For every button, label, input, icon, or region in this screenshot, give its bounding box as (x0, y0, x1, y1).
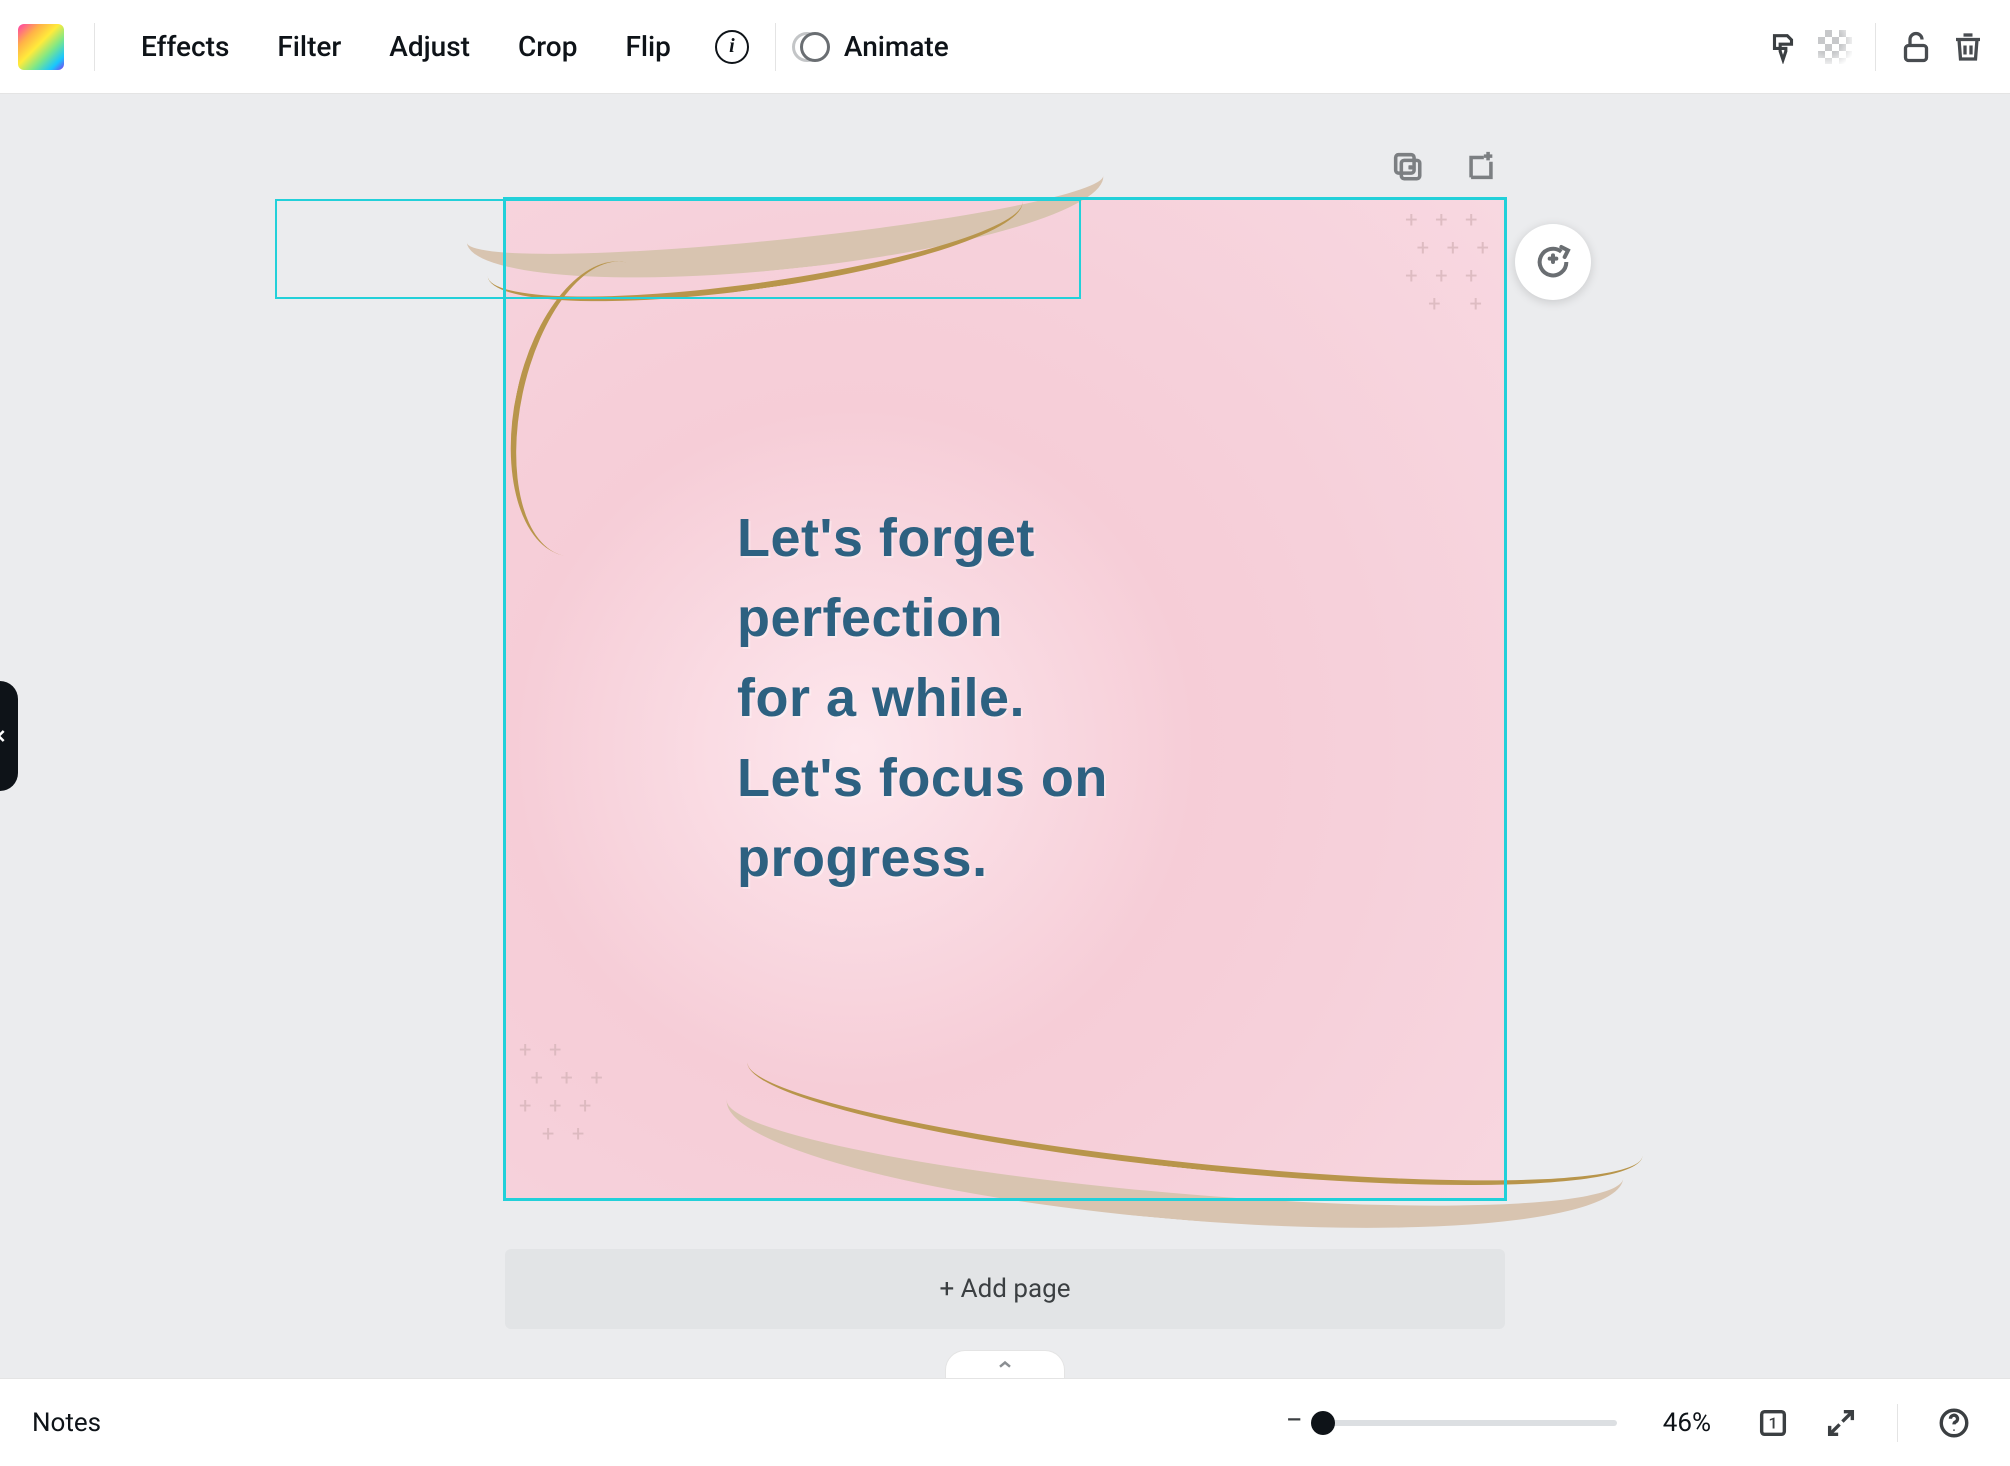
quote-line: Let's focus on (737, 748, 1108, 808)
cross-pattern-decoration: + + + + + ++ + + + + (1405, 207, 1495, 319)
copy-style-icon[interactable] (1759, 23, 1807, 71)
page-thumbnails-button[interactable]: 1 (1749, 1399, 1797, 1447)
divider (94, 23, 95, 71)
duplicate-page-icon[interactable] (1383, 142, 1431, 190)
timeline-expand-handle[interactable] (945, 1350, 1065, 1378)
animate-icon (792, 29, 828, 65)
crop-button[interactable]: Crop (496, 20, 599, 73)
cross-pattern-decoration: + + + + ++ + + + + (519, 1037, 609, 1149)
adjust-button[interactable]: Adjust (367, 20, 492, 73)
zoom-value[interactable]: 46% (1663, 1408, 1711, 1438)
filter-button[interactable]: Filter (255, 20, 363, 73)
quote-line: for a while. (737, 668, 1025, 728)
divider (1875, 23, 1876, 71)
help-button[interactable] (1930, 1399, 1978, 1447)
lock-button[interactable] (1892, 23, 1940, 71)
zoom-thumb[interactable] (1311, 1411, 1335, 1435)
add-comment-button[interactable] (1515, 224, 1591, 300)
add-page-button[interactable]: + Add page (505, 1249, 1505, 1329)
info-icon[interactable]: i (715, 30, 749, 64)
expand-side-panel-handle[interactable] (0, 681, 18, 791)
zoom-track[interactable] (1317, 1420, 1617, 1426)
add-page-icon[interactable] (1457, 142, 1505, 190)
transparency-button[interactable] (1811, 23, 1859, 71)
page-count: 1 (1768, 1413, 1777, 1432)
effects-button[interactable]: Effects (119, 20, 251, 73)
design-page[interactable]: + + + + + ++ + + + + Let's forget perfec… (505, 199, 1505, 1199)
quote-line: Let's forget (737, 508, 1035, 568)
canvas-stage[interactable]: + + + + + ++ + + + + Let's forget perfec… (0, 94, 2010, 1378)
quote-line: perfection (737, 588, 1003, 648)
zoom-out-icon[interactable]: − (1286, 1403, 1303, 1442)
footer-bar: Notes − 46% 1 (0, 1378, 2010, 1466)
color-swatch[interactable] (18, 24, 64, 70)
fullscreen-button[interactable] (1817, 1399, 1865, 1447)
quote-line: progress. (737, 828, 988, 888)
quote-text[interactable]: Let's forget perfection for a while. Let… (737, 499, 1385, 899)
divider (775, 23, 776, 71)
delete-button[interactable] (1944, 23, 1992, 71)
zoom-slider[interactable]: − (1286, 1403, 1617, 1442)
notes-button[interactable]: Notes (32, 1408, 101, 1438)
flip-button[interactable]: Flip (603, 20, 692, 73)
image-edit-toolbar: Effects Filter Adjust Crop Flip i Animat… (0, 0, 2010, 94)
animate-button[interactable]: Animate (844, 20, 971, 73)
transparency-icon (1818, 30, 1852, 64)
divider (1897, 1404, 1898, 1442)
